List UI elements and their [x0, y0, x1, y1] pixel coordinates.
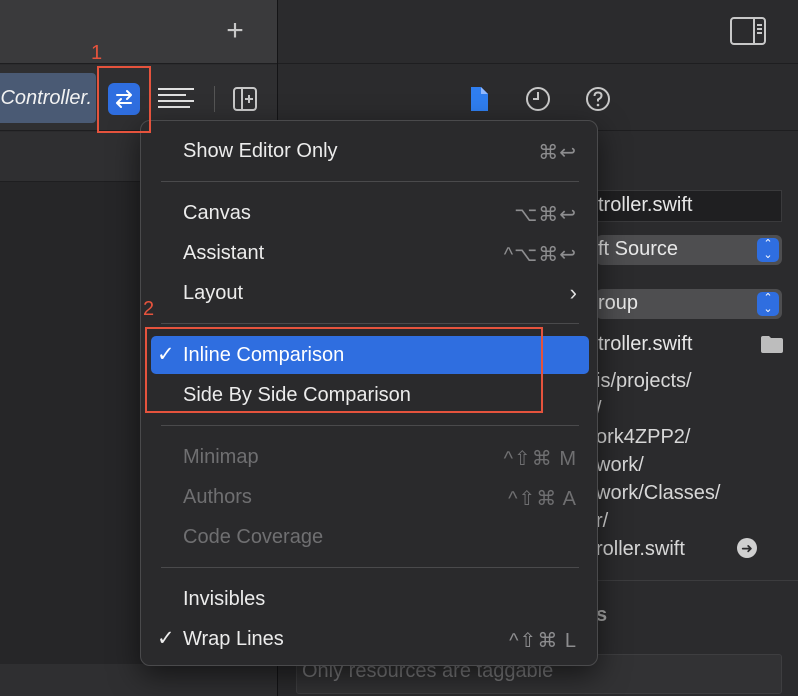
menu-item-invisibles[interactable]: Invisibles [151, 580, 589, 618]
path-line: work/ [596, 454, 644, 476]
inspector-header [278, 0, 798, 64]
menu-item-shortcut: ^⌥⌘↩ [503, 244, 577, 266]
menu-item-label: Invisibles [183, 588, 266, 610]
menu-item-shortcut: ^⇧⌘ A [508, 488, 577, 510]
location-value: roup [598, 292, 639, 314]
menu-separator [161, 425, 579, 426]
file-breadcrumb-label: Controller. [0, 87, 92, 109]
clock-icon [526, 87, 550, 111]
menu-separator [161, 567, 579, 568]
menu-item-shortcut: ⌥⌘↩ [514, 204, 577, 226]
document-icon [471, 87, 488, 111]
menu-item-label: Code Coverage [183, 526, 324, 548]
sidebar-right-icon [730, 17, 766, 45]
split-add-icon [233, 87, 257, 111]
menu-item-minimap: Minimap ^⇧⌘ M [151, 438, 589, 476]
menu-item-shortcut: ⌘↩ [538, 142, 577, 164]
menu-item-code-coverage: Code Coverage [151, 518, 589, 556]
text-lines-icon [158, 88, 194, 108]
chevron-right-icon: › [569, 280, 577, 305]
path-line: work/Classes/ [596, 482, 721, 504]
file-inspector-tab[interactable] [466, 86, 492, 112]
menu-item-label: Authors [183, 486, 252, 508]
history-inspector-tab[interactable] [525, 86, 551, 112]
question-icon [586, 87, 610, 111]
menu-item-shortcut: ^⇧⌘ M [503, 448, 577, 470]
file-breadcrumb[interactable]: Controller. [0, 73, 96, 123]
menu-item-label: Layout [183, 282, 244, 304]
popup-stepper-icon: ⌃ ⌄ [757, 238, 779, 262]
menu-item-layout[interactable]: Layout › [151, 274, 589, 312]
quick-help-tab[interactable] [585, 86, 611, 112]
menu-item-authors: Authors ^⇧⌘ A [151, 478, 589, 516]
file-type-value: ft Source [598, 238, 679, 260]
full-path-name: troller.swift [598, 333, 693, 355]
menu-separator [161, 323, 579, 324]
folder-shape [761, 336, 783, 353]
annotation-step-2: 2 [143, 298, 155, 320]
toolbar-divider [214, 86, 215, 112]
reveal-arrow-icon[interactable]: ➜ [737, 538, 757, 558]
add-tab-icon[interactable]: + [220, 16, 250, 46]
annotation-box-2 [145, 327, 543, 413]
editor-footer [0, 664, 277, 696]
menu-item-label: Assistant [183, 242, 265, 264]
path-line: roller.swift [596, 538, 685, 560]
annotation-box-1 [97, 66, 151, 133]
menu-item-wrap-lines[interactable]: ✓ Wrap Lines ^⇧⌘ L [151, 620, 589, 658]
popup-stepper-icon: ⌃ ⌄ [757, 292, 779, 316]
menu-separator [161, 181, 579, 182]
menu-item-assistant[interactable]: Assistant ^⌥⌘↩ [151, 234, 589, 272]
adjust-editor-button[interactable] [156, 86, 196, 112]
annotation-step-1: 1 [91, 42, 103, 64]
menu-item-shortcut: ^⇧⌘ L [509, 630, 577, 652]
menu-item-label: Canvas [183, 202, 251, 224]
menu-item-label: Wrap Lines [183, 628, 284, 650]
menu-item-canvas[interactable]: Canvas ⌥⌘↩ [151, 194, 589, 232]
add-editor-button[interactable] [232, 86, 258, 112]
menu-item-label: Minimap [183, 446, 259, 468]
folder-icon[interactable] [760, 334, 784, 354]
menu-item-show-editor-only[interactable]: Show Editor Only ⌘↩ [151, 132, 589, 170]
menu-item-label: Show Editor Only [183, 140, 338, 162]
path-line: is/projects/ [596, 370, 692, 392]
checkmark-icon: ✓ [157, 627, 175, 650]
filename-value: troller.swift [598, 194, 693, 216]
path-line: ork4ZPP2/ [596, 426, 691, 448]
inspector-toggle-button[interactable] [730, 16, 766, 46]
